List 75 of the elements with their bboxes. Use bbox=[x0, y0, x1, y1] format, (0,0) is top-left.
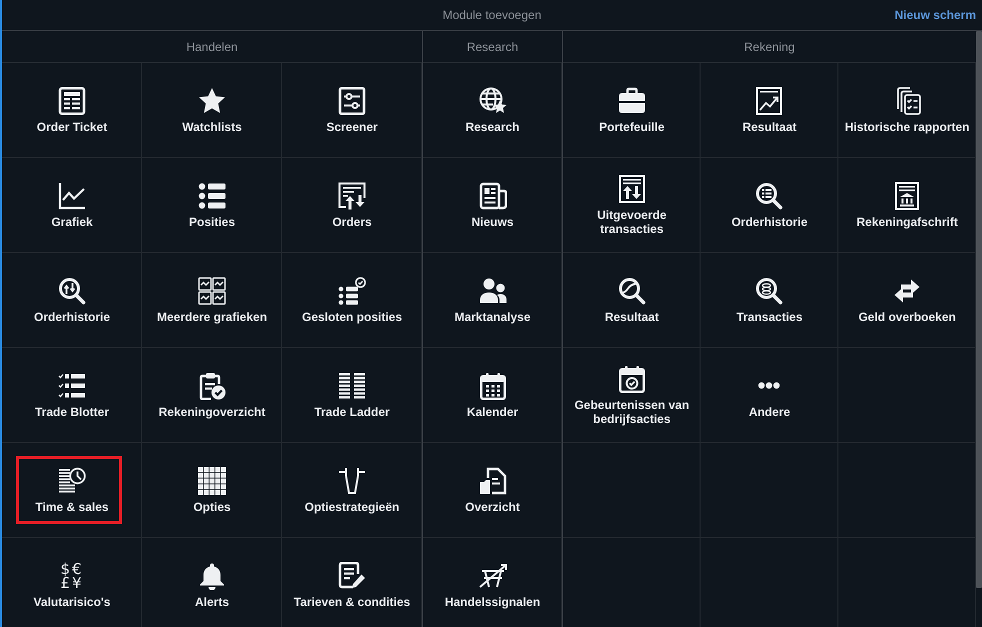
module-tile[interactable]: Watchlists bbox=[142, 63, 282, 158]
module-tile[interactable]: Posities bbox=[142, 158, 282, 253]
module-tile[interactable]: Uitgevoerde transacties bbox=[563, 158, 701, 253]
framed-chart-icon bbox=[755, 86, 784, 114]
bars-columns-icon bbox=[338, 372, 366, 400]
module-tile[interactable]: Meerdere grafieken bbox=[142, 253, 282, 348]
clock-lines-icon bbox=[58, 466, 86, 494]
module-tile[interactable]: Alerts bbox=[142, 538, 282, 627]
module-tile[interactable]: Gesloten posities bbox=[282, 253, 422, 348]
clipboard-check-icon bbox=[198, 372, 226, 400]
module-tile[interactable]: Resultaat bbox=[700, 63, 838, 158]
module-tile[interactable]: Rekeningafschrift bbox=[838, 158, 976, 253]
magnifier-arrows-icon bbox=[58, 276, 86, 304]
magnifier-wave-icon bbox=[618, 276, 646, 304]
module-tile[interactable]: Time & sales bbox=[2, 443, 142, 538]
module-tile[interactable]: Resultaat bbox=[563, 253, 701, 348]
module-tile[interactable]: Transacties bbox=[700, 253, 838, 348]
module-tile[interactable]: Orders bbox=[282, 158, 422, 253]
module-tile[interactable]: Gebeurtenissen van bedrijfsacties bbox=[563, 348, 701, 443]
more-icon bbox=[758, 382, 780, 389]
calendar-icon bbox=[478, 372, 506, 400]
line-chart-icon bbox=[58, 182, 86, 210]
bank-document-icon bbox=[893, 182, 922, 210]
globe-star-icon bbox=[478, 86, 506, 114]
grid-icon bbox=[198, 466, 226, 494]
module-tile[interactable]: Andere bbox=[700, 348, 838, 443]
module-tile[interactable]: Grafiek bbox=[2, 158, 142, 253]
dialog-title: Module toevoegen bbox=[442, 8, 542, 22]
checklist-icon bbox=[58, 372, 86, 400]
trough-icon bbox=[338, 466, 366, 494]
swap-arrows-icon bbox=[893, 276, 922, 304]
module-tile[interactable]: Screener bbox=[282, 63, 422, 158]
module-tile[interactable]: Trade Ladder bbox=[282, 348, 422, 443]
module-tile[interactable]: Portefeuille bbox=[563, 63, 701, 158]
currency-symbols: $€ £¥ bbox=[59, 562, 85, 590]
module-tile[interactable]: Order Ticket bbox=[2, 63, 142, 158]
module-tile[interactable]: Handelssignalen bbox=[423, 538, 562, 627]
document-arrows-icon bbox=[338, 182, 366, 210]
module-tile[interactable]: Opties bbox=[142, 443, 282, 538]
section-title: Rekening bbox=[744, 40, 795, 54]
module-tile[interactable]: Kalender bbox=[423, 348, 562, 443]
bell-icon bbox=[198, 562, 226, 590]
module-tile[interactable]: $€ £¥ Valutarisico's bbox=[2, 538, 142, 627]
module-tile[interactable]: Research bbox=[423, 63, 562, 158]
briefcase-icon bbox=[618, 86, 646, 114]
module-tile[interactable]: Rekeningoverzicht bbox=[142, 348, 282, 443]
module-tile[interactable]: Orderhistorie bbox=[2, 253, 142, 348]
module-tile[interactable]: Nieuws bbox=[423, 158, 562, 253]
module-tile[interactable]: Historische rapporten bbox=[838, 63, 976, 158]
document-lines-icon bbox=[58, 86, 86, 114]
module-tile[interactable]: Tarieven & condities bbox=[282, 538, 422, 627]
sliders-icon bbox=[338, 86, 366, 114]
calendar-check-icon bbox=[618, 364, 646, 392]
module-tile[interactable]: Trade Blotter bbox=[2, 348, 142, 443]
list-check-icon bbox=[338, 276, 366, 304]
file-folder-icon bbox=[478, 466, 506, 494]
module-tile[interactable]: Overzicht bbox=[423, 443, 562, 538]
newspaper-icon bbox=[478, 182, 506, 210]
scrollbar-thumb[interactable] bbox=[976, 31, 982, 588]
module-tile[interactable]: Optiestrategieën bbox=[282, 443, 422, 538]
magnifier-coins-icon bbox=[755, 276, 784, 304]
module-tile[interactable]: Geld overboeken bbox=[838, 253, 976, 348]
section-title: Research bbox=[466, 40, 518, 54]
section-title: Handelen bbox=[186, 40, 238, 54]
list-icon bbox=[198, 182, 226, 210]
document-updown-icon bbox=[618, 174, 646, 202]
magnifier-list-icon bbox=[755, 182, 784, 210]
document-pencil-icon bbox=[338, 562, 366, 590]
new-screen-button[interactable]: Nieuw scherm bbox=[890, 6, 982, 24]
users-icon bbox=[478, 276, 506, 304]
crossed-lines-icon bbox=[478, 562, 506, 590]
star-icon bbox=[198, 86, 226, 114]
module-tile[interactable]: Orderhistorie bbox=[700, 158, 838, 253]
chart-grid-icon bbox=[198, 276, 226, 304]
module-tile[interactable]: Marktanalyse bbox=[423, 253, 562, 348]
